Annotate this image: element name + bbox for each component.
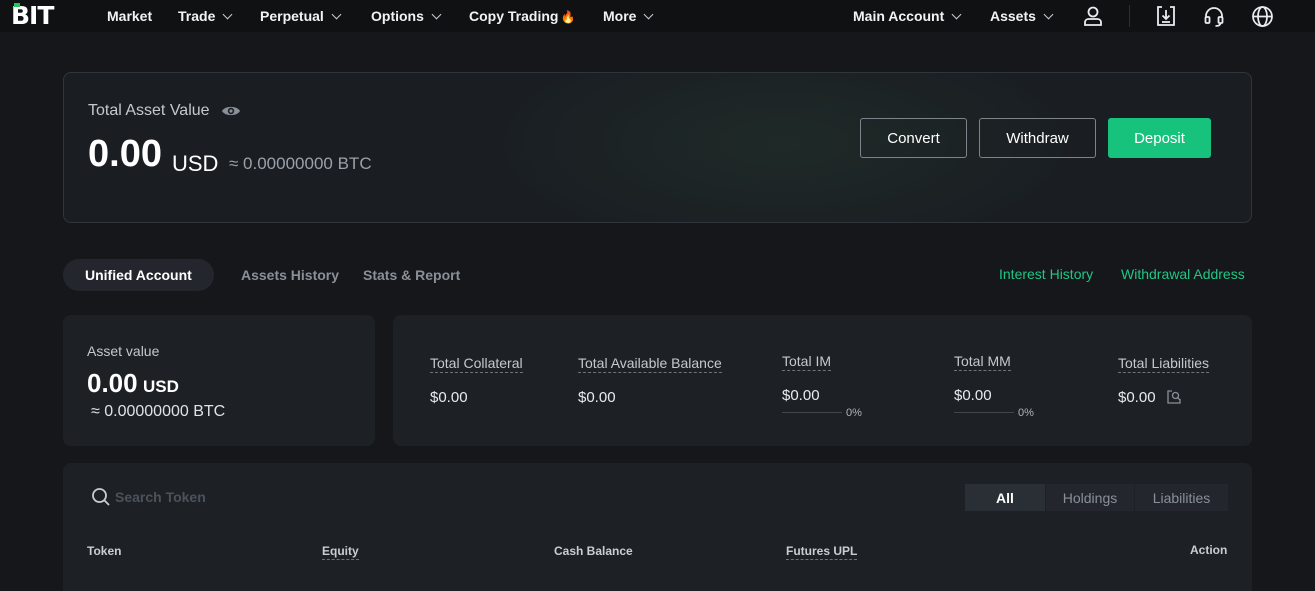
- flame-icon: 🔥: [560, 10, 576, 24]
- deposit-button[interactable]: Deposit: [1108, 118, 1211, 158]
- interest-history-link[interactable]: Interest History: [999, 266, 1093, 282]
- total-asset-card: Total Asset Value 0.00 USD ≈ 0.00000000 …: [63, 72, 1252, 223]
- tab-assets-history[interactable]: Assets History: [241, 259, 339, 291]
- search-icon[interactable]: [91, 487, 111, 507]
- total-liabilities-value: $0.00: [1118, 389, 1156, 406]
- headset-icon[interactable]: [1201, 3, 1227, 29]
- total-collateral-label[interactable]: Total Collateral: [430, 355, 523, 373]
- globe-icon[interactable]: [1249, 3, 1275, 29]
- filter-holdings[interactable]: Holdings: [1046, 484, 1134, 511]
- nav-more-label: More: [603, 8, 637, 24]
- nav-more[interactable]: More: [603, 7, 654, 25]
- total-asset-btc-equivalent: ≈ 0.00000000 BTC: [229, 154, 372, 173]
- nav-perpetual[interactable]: Perpetual: [260, 7, 342, 25]
- nav-perpetual-label: Perpetual: [260, 8, 324, 24]
- tab-unified-account[interactable]: Unified Account: [63, 259, 214, 291]
- assets-dropdown[interactable]: Assets: [990, 7, 1054, 25]
- chevron-down-icon: [331, 9, 342, 20]
- eye-icon[interactable]: [221, 102, 241, 120]
- column-header-cash-balance: Cash Balance: [554, 544, 633, 558]
- nav-copy-trading[interactable]: Copy Trading 🔥: [469, 7, 575, 25]
- bit-logo[interactable]: BIT: [11, 2, 54, 30]
- total-asset-value-label: Total Asset Value: [88, 102, 210, 119]
- filter-liabilities[interactable]: Liabilities: [1135, 484, 1228, 511]
- main-account-label: Main Account: [853, 8, 945, 24]
- column-header-action: Action: [1190, 543, 1228, 557]
- liabilities-detail-icon[interactable]: [1166, 389, 1182, 405]
- top-navigation: BIT Market Trade Perpetual Options Copy …: [0, 0, 1315, 32]
- nav-market[interactable]: Market: [107, 7, 152, 25]
- nav-trade-label: Trade: [178, 8, 216, 24]
- total-asset-currency: USD: [172, 151, 219, 176]
- asset-value-panel: Asset value 0.00 USD ≈ 0.00000000 BTC: [63, 315, 375, 446]
- total-im-percent: 0%: [846, 407, 862, 419]
- main-account-dropdown[interactable]: Main Account: [853, 7, 962, 25]
- total-mm-percent: 0%: [1018, 407, 1034, 419]
- download-app-icon[interactable]: [1153, 3, 1179, 29]
- withdraw-button[interactable]: Withdraw: [979, 118, 1096, 158]
- total-asset-value: 0.00: [88, 133, 162, 175]
- asset-value-currency: USD: [143, 377, 179, 396]
- total-mm-label[interactable]: Total MM: [954, 353, 1011, 371]
- account-metrics-panel: Total Collateral $0.00 Total Available B…: [393, 315, 1252, 446]
- assets-label: Assets: [990, 8, 1036, 24]
- nav-market-label: Market: [107, 8, 153, 24]
- chevron-down-icon: [222, 9, 233, 20]
- total-im-value: $0.00: [782, 387, 820, 404]
- search-token-input[interactable]: [115, 487, 315, 507]
- total-im-label[interactable]: Total IM: [782, 353, 832, 371]
- chevron-down-icon: [431, 9, 442, 20]
- token-table-panel: All Holdings Liabilities Token Equity Ca…: [63, 463, 1252, 591]
- chevron-down-icon: [644, 9, 654, 20]
- total-available-balance-value: $0.00: [578, 389, 616, 406]
- nav-options[interactable]: Options: [371, 7, 442, 25]
- column-header-equity[interactable]: Equity: [322, 544, 359, 560]
- nav-trade[interactable]: Trade: [178, 7, 233, 25]
- column-header-futures-upl[interactable]: Futures UPL: [786, 544, 858, 560]
- asset-value-amount: 0.00: [87, 368, 138, 398]
- user-icon[interactable]: [1080, 3, 1106, 29]
- chevron-down-icon: [951, 9, 962, 20]
- filter-all[interactable]: All: [965, 484, 1045, 511]
- convert-button[interactable]: Convert: [860, 118, 967, 158]
- total-available-balance-label[interactable]: Total Available Balance: [578, 355, 722, 373]
- total-mm-value: $0.00: [954, 387, 992, 404]
- total-mm-progress-bar: [954, 412, 1014, 413]
- asset-value-label: Asset value: [87, 343, 160, 359]
- tab-stats-report[interactable]: Stats & Report: [363, 259, 460, 291]
- asset-value-btc-equivalent: ≈ 0.00000000 BTC: [91, 403, 226, 420]
- total-collateral-value: $0.00: [430, 389, 468, 406]
- nav-divider: [1129, 5, 1130, 27]
- chevron-down-icon: [1043, 9, 1054, 20]
- nav-copy-trading-label: Copy Trading: [469, 8, 559, 24]
- nav-options-label: Options: [371, 8, 424, 24]
- withdrawal-address-link[interactable]: Withdrawal Address: [1121, 266, 1245, 282]
- logo-accent-mark: [14, 3, 20, 7]
- total-im-progress-bar: [782, 412, 842, 413]
- total-liabilities-label[interactable]: Total Liabilities: [1118, 355, 1210, 373]
- column-header-token: Token: [87, 544, 122, 558]
